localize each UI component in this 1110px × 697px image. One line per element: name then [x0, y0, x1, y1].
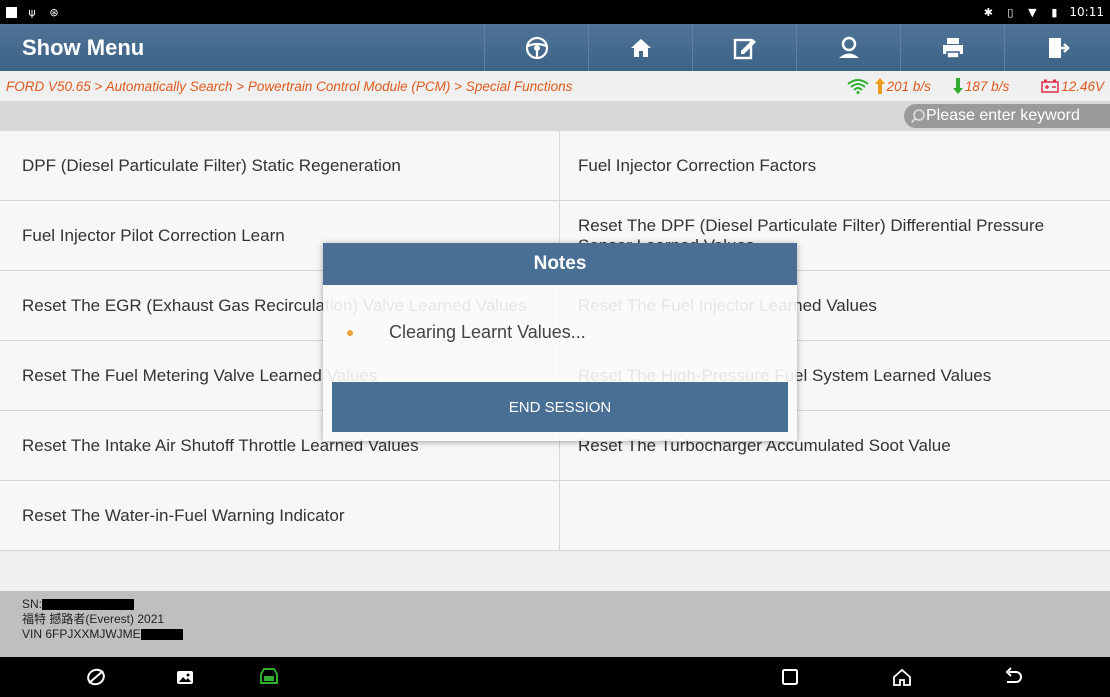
notes-dialog: Notes Clearing Learnt Values... END SESS…	[323, 243, 797, 441]
end-session-button[interactable]: END SESSION	[332, 382, 788, 432]
dialog-body: Clearing Learnt Values...	[323, 285, 797, 380]
dialog-title: Notes	[323, 243, 797, 285]
dialog-message: Clearing Learnt Values...	[389, 322, 586, 342]
modal-overlay: Notes Clearing Learnt Values... END SESS…	[0, 0, 1110, 697]
bullet-icon	[347, 329, 353, 336]
